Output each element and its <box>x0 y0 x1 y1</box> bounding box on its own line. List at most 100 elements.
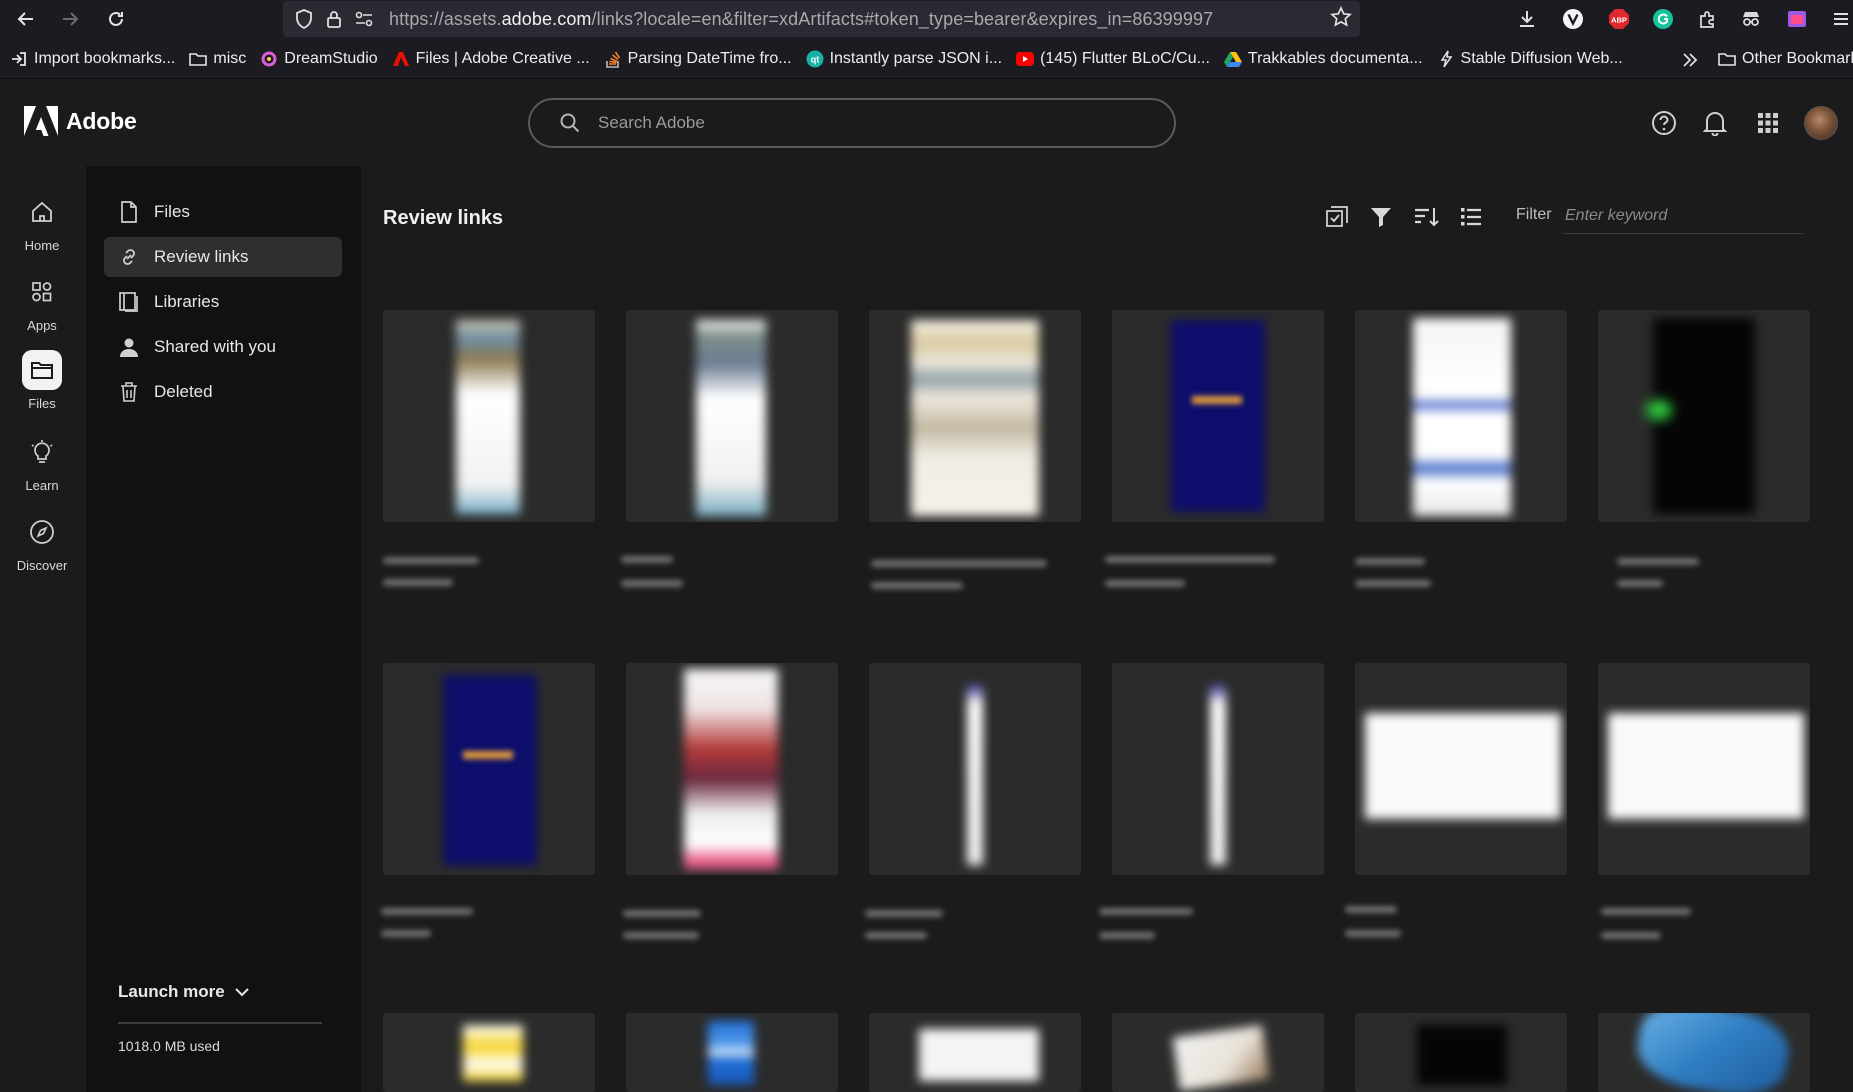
filter-funnel-icon[interactable] <box>1366 202 1396 232</box>
container-extension-icon[interactable] <box>1784 6 1810 32</box>
apps-shapes-icon <box>22 272 62 312</box>
sort-icon[interactable] <box>1411 202 1441 232</box>
thumbnail <box>1171 320 1265 512</box>
card-title-blurred <box>1601 908 1691 915</box>
reload-button[interactable] <box>98 1 134 37</box>
card-meta-blurred <box>381 930 431 937</box>
review-link-card[interactable] <box>1355 310 1567 522</box>
notifications-bell-icon[interactable] <box>1701 109 1729 137</box>
review-link-card[interactable] <box>869 310 1081 522</box>
panel-item-shared[interactable]: Shared with you <box>104 327 342 367</box>
panel-item-review-links[interactable]: Review links <box>104 237 342 277</box>
extensions-puzzle-icon[interactable] <box>1694 6 1720 32</box>
user-icon <box>118 336 140 358</box>
thumbnail <box>1210 685 1226 865</box>
adblock-extension-icon[interactable]: ABP <box>1606 6 1632 32</box>
stackoverflow-icon <box>604 50 622 68</box>
thumbnail-highlight <box>1646 400 1672 420</box>
thumbnail <box>443 675 537 865</box>
review-link-card[interactable] <box>626 310 838 522</box>
review-link-card[interactable] <box>383 663 595 875</box>
permissions-icon[interactable] <box>351 6 377 32</box>
card-title-blurred <box>1345 906 1397 913</box>
bookmark-adobe-files[interactable]: Files | Adobe Creative ... <box>392 50 590 68</box>
adobe-logo-icon <box>24 106 58 136</box>
review-link-card[interactable] <box>1112 1013 1324 1092</box>
thumbnail <box>1608 713 1804 819</box>
search-input[interactable] <box>598 113 1158 133</box>
help-icon[interactable] <box>1650 109 1678 137</box>
card-meta-blurred <box>621 580 683 587</box>
review-link-card[interactable] <box>869 1013 1081 1092</box>
downloads-icon[interactable] <box>1514 6 1540 32</box>
lightbulb-icon <box>22 432 62 472</box>
thumbnail <box>1365 713 1561 819</box>
shield-icon[interactable] <box>291 6 317 32</box>
app-header: Adobe <box>0 80 1853 166</box>
review-link-card[interactable] <box>1355 663 1567 875</box>
apps-grid-icon[interactable] <box>1754 109 1782 137</box>
review-link-card[interactable] <box>1598 1013 1810 1092</box>
rail-item-learn[interactable]: Learn <box>0 432 84 493</box>
bookmark-folder-misc[interactable]: misc <box>189 50 246 68</box>
thumbnail <box>1413 318 1511 516</box>
card-meta-blurred <box>383 579 453 586</box>
divider <box>118 1022 322 1024</box>
review-link-card[interactable] <box>626 1013 838 1092</box>
review-link-card[interactable] <box>1598 310 1810 522</box>
forward-arrow-icon <box>63 12 79 26</box>
bookmark-quicktype[interactable]: qt Instantly parse JSON i... <box>806 50 1002 68</box>
other-bookmarks[interactable]: Other Bookmarks <box>1718 50 1853 68</box>
panel-item-deleted[interactable]: Deleted <box>104 372 342 412</box>
review-link-card[interactable] <box>626 663 838 875</box>
filter-keyword-input[interactable] <box>1563 198 1803 234</box>
thumbnail <box>967 685 983 865</box>
launch-more-button[interactable]: Launch more <box>118 982 251 1002</box>
bookmark-stackoverflow[interactable]: Parsing DateTime fro... <box>604 50 792 68</box>
bookmark-youtube[interactable]: (145) Flutter BLoC/Cu... <box>1016 50 1210 68</box>
bookmark-import[interactable]: Import bookmarks... <box>10 50 175 68</box>
bookmark-trakkables[interactable]: Trakkables documenta... <box>1223 50 1423 68</box>
review-link-card[interactable] <box>869 663 1081 875</box>
card-title-blurred <box>1099 908 1193 915</box>
thumbnail <box>708 1021 754 1085</box>
avatar[interactable] <box>1804 106 1838 140</box>
compass-icon <box>22 512 62 552</box>
select-mode-icon[interactable] <box>1322 202 1352 232</box>
grammarly-extension-icon[interactable] <box>1650 6 1676 32</box>
search-box[interactable] <box>528 98 1176 148</box>
rail-item-home[interactable]: Home <box>0 192 84 253</box>
menu-hamburger-icon[interactable] <box>1828 6 1853 32</box>
google-drive-icon <box>1223 50 1242 68</box>
bookmark-stable-diffusion[interactable]: Stable Diffusion Web... <box>1437 50 1623 68</box>
card-meta-blurred <box>1355 580 1431 587</box>
address-bar[interactable]: https://assets.adobe.com/links?locale=en… <box>283 1 1360 37</box>
rail-item-files[interactable]: Files <box>0 350 84 411</box>
list-view-icon[interactable] <box>1456 202 1486 232</box>
card-meta-blurred <box>1105 580 1185 587</box>
review-link-card[interactable] <box>1112 663 1324 875</box>
spy-extension-icon[interactable] <box>1738 6 1764 32</box>
v-extension-icon[interactable] <box>1560 6 1586 32</box>
review-link-card[interactable] <box>383 1013 595 1092</box>
bookmark-star-icon[interactable] <box>1330 6 1352 28</box>
thumbnail <box>684 669 778 869</box>
forward-button[interactable] <box>52 1 88 37</box>
bookmark-dreamstudio[interactable]: DreamStudio <box>260 50 378 68</box>
review-link-card[interactable] <box>1355 1013 1567 1092</box>
panel-item-files[interactable]: Files <box>104 192 342 232</box>
thumbnail <box>1631 1013 1795 1092</box>
rail-item-apps[interactable]: Apps <box>0 272 84 333</box>
review-link-card[interactable] <box>1112 310 1324 522</box>
card-meta-blurred <box>871 582 963 589</box>
card-title-blurred <box>623 910 701 917</box>
panel-item-libraries[interactable]: Libraries <box>104 282 342 322</box>
bookmarks-overflow-chevron-icon[interactable] <box>1680 50 1700 70</box>
adobe-red-icon <box>392 50 410 68</box>
lock-icon[interactable] <box>321 6 347 32</box>
review-link-card[interactable] <box>1598 663 1810 875</box>
review-link-card[interactable] <box>383 310 595 522</box>
adobe-logo[interactable]: Adobe <box>24 106 137 136</box>
rail-item-discover[interactable]: Discover <box>0 512 84 573</box>
back-button[interactable] <box>8 1 44 37</box>
